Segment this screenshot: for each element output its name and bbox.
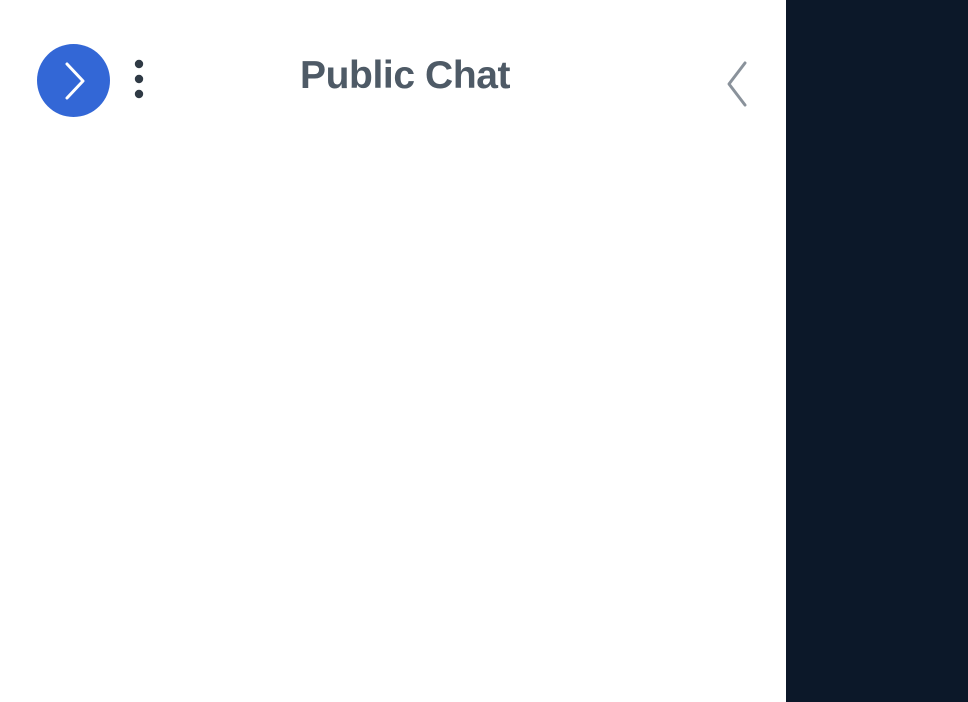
expand-panel-button[interactable]: [37, 44, 110, 117]
collapse-panel-button[interactable]: [714, 56, 758, 112]
dark-side-pane: [786, 0, 968, 702]
app-window: Public Chat: [0, 0, 968, 702]
chat-header: Public Chat: [0, 0, 786, 160]
chat-messages-area: [0, 160, 786, 702]
chat-title: Public Chat: [300, 54, 511, 97]
chevron-right-icon: [65, 62, 84, 99]
chevron-left-icon: [727, 61, 747, 107]
more-options-button[interactable]: [124, 56, 154, 102]
public-chat-panel: Public Chat: [0, 0, 786, 702]
vertical-ellipsis-icon: [134, 59, 144, 99]
